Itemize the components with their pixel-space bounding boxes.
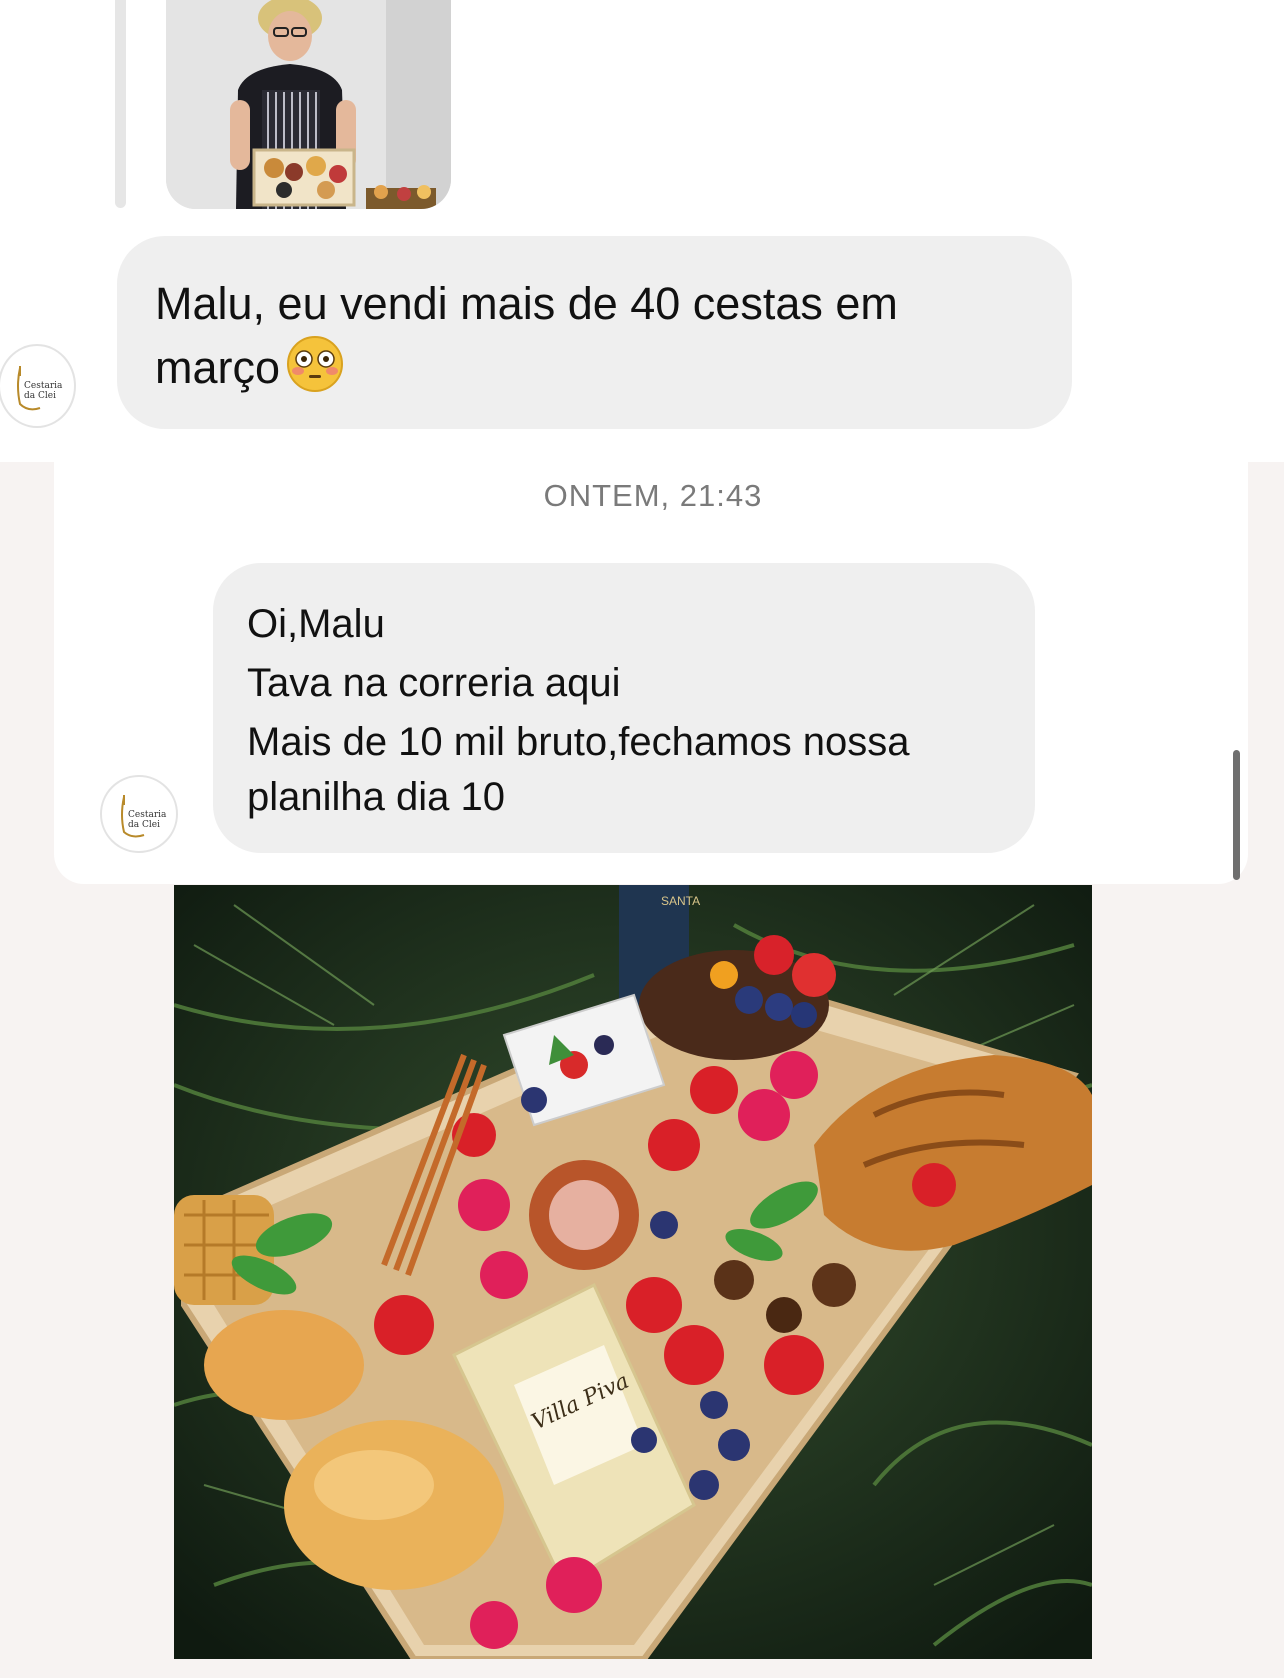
scrollbar[interactable] — [1233, 750, 1240, 880]
message-line: Oi,Malu — [247, 602, 385, 646]
message-line: Tava na correria aqui — [247, 661, 621, 705]
message-line: planilha dia 10 — [247, 775, 505, 819]
message-timestamp: ONTEM, 21:43 — [543, 478, 763, 513]
shared-photo-food-basket[interactable]: SANTA Villa Piva — [174, 885, 1092, 1659]
avatar-brand-line2: da Clei — [24, 391, 56, 401]
photo-bag-label: SANTA — [661, 894, 700, 908]
avatar-brand-line1: Cestaria — [24, 381, 63, 391]
shared-photo-seller[interactable] — [166, 0, 451, 209]
message-text: Malu, eu vendi mais de 40 cestas em març… — [155, 278, 898, 393]
message-bubble-incoming-2[interactable]: Oi,Malu Tava na correria aqui Mais de 10… — [213, 563, 1035, 853]
avatar-cestaria-da-clei[interactable]: Cestaria da Clei — [100, 775, 178, 853]
message-line: Mais de 10 mil bruto,fechamos nossa — [247, 720, 910, 764]
avatar-cestaria-da-clei[interactable]: Cestaria da Clei — [0, 344, 76, 428]
reply-thread-line — [115, 0, 126, 208]
flushed-face-emoji-icon — [286, 335, 344, 393]
avatar-brand-line1: Cestaria — [128, 810, 167, 820]
avatar-brand-line2: da Clei — [128, 820, 160, 830]
message-bubble-incoming[interactable]: Malu, eu vendi mais de 40 cestas em març… — [117, 236, 1072, 429]
